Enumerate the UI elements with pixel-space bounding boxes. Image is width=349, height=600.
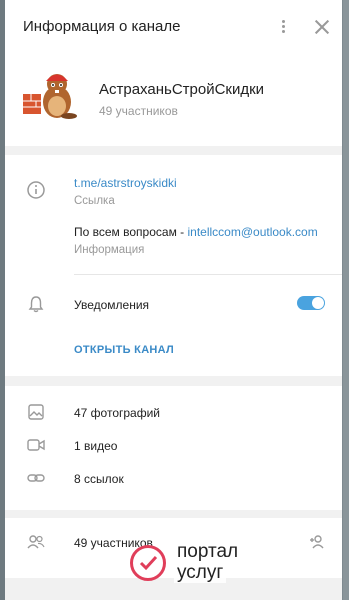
add-member-icon[interactable]: [308, 532, 328, 552]
subscriber-count: 49 участников: [99, 104, 178, 118]
info-icon: [27, 181, 45, 199]
video-icon: [27, 439, 45, 451]
description-text: По всем вопросам - intellccom@outlook.co…: [74, 225, 318, 239]
more-options-button[interactable]: [275, 18, 291, 38]
close-button[interactable]: [313, 18, 331, 36]
notifications-label: Уведомления: [74, 298, 150, 312]
contact-prefix: По всем вопросам -: [74, 225, 188, 239]
contact-email-link[interactable]: intellccom@outlook.com: [187, 225, 317, 239]
background-right: [343, 0, 349, 600]
open-channel-button[interactable]: ОТКРЫТЬ КАНАЛ: [74, 344, 174, 356]
links-count[interactable]: 8 ссылок: [74, 472, 124, 486]
more-dot-icon: [281, 30, 285, 33]
more-dot-icon: [281, 25, 285, 28]
videos-count[interactable]: 1 видео: [74, 439, 117, 453]
link-label: Ссылка: [74, 195, 115, 207]
watermark-text-line2: услуг: [174, 563, 227, 583]
divider: [74, 274, 342, 275]
channel-info-panel: Информация о канале АстраханьСтройСкидки: [5, 0, 342, 600]
panel-title: Информация о канале: [23, 18, 181, 35]
media-section: 47 фотографий 1 видео 8 ссылок: [5, 386, 342, 510]
brick-wall-icon: [23, 94, 41, 114]
header-section: Информация о канале АстраханьСтройСкидки: [5, 0, 342, 146]
info-section: t.me/astrstroyskidki Ссылка По всем вопр…: [5, 155, 342, 376]
watermark-text-line1: портал: [174, 542, 242, 562]
watermark-check-icon: [130, 545, 166, 581]
photos-count[interactable]: 47 фотографий: [74, 406, 160, 420]
helmet-icon: [46, 74, 68, 81]
channel-link[interactable]: t.me/astrstroyskidki: [74, 176, 177, 190]
notifications-toggle[interactable]: [297, 296, 325, 310]
more-dot-icon: [281, 20, 285, 23]
description-label: Информация: [74, 244, 145, 256]
bell-icon: [28, 296, 44, 313]
photo-icon: [28, 404, 44, 420]
members-icon: [27, 535, 45, 549]
watermark-logo: портал услуг: [130, 542, 258, 588]
link-icon: [27, 474, 45, 482]
channel-name: АстраханьСтройСкидки: [99, 81, 265, 98]
channel-avatar[interactable]: [21, 66, 77, 122]
